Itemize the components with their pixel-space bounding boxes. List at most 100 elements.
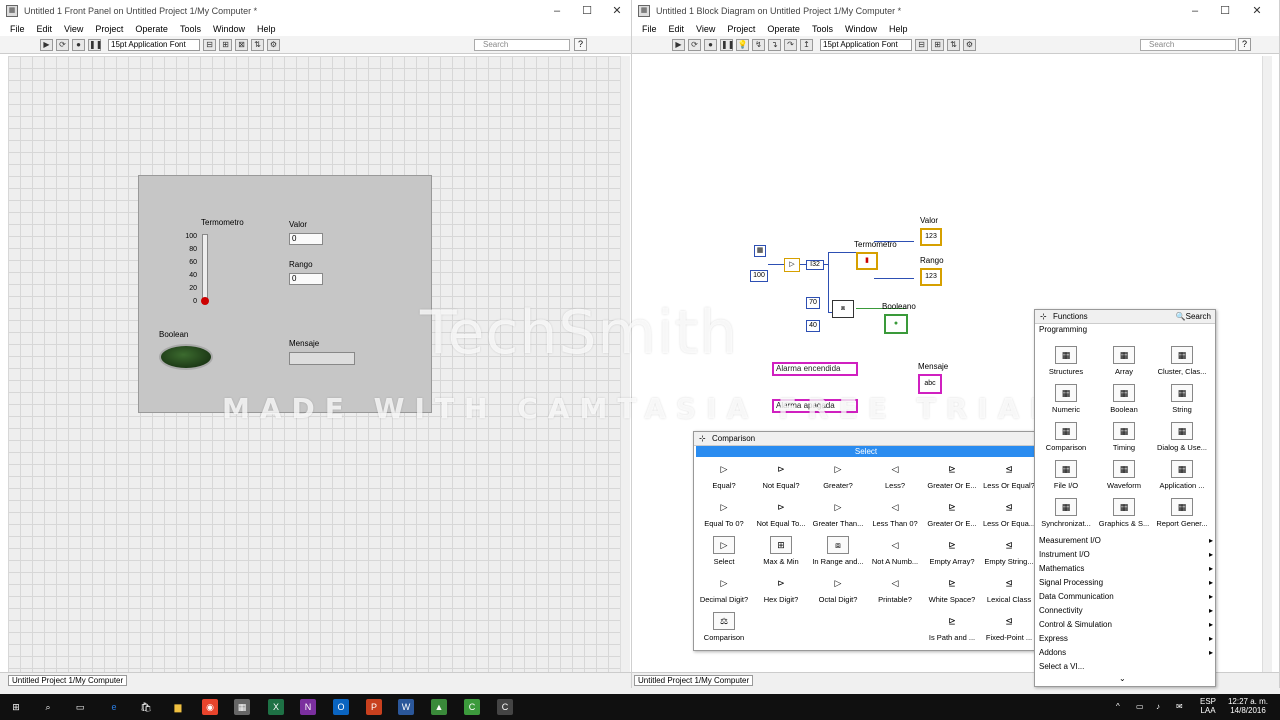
- windows-start-icon[interactable]: ⊞: [8, 699, 24, 715]
- valor-indicator[interactable]: 0: [289, 233, 323, 245]
- abort-icon[interactable]: ●: [72, 38, 85, 51]
- align-icon[interactable]: ⊟: [203, 38, 216, 51]
- valor-terminal[interactable]: 123: [920, 228, 942, 246]
- maximize-icon[interactable]: ☐: [572, 0, 602, 22]
- functions-list-item[interactable]: Instrument I/O ▸: [1039, 550, 1213, 559]
- mensaje-terminal[interactable]: abc: [918, 374, 942, 394]
- reorder-icon[interactable]: ⇅: [251, 38, 264, 51]
- run-continuous-icon[interactable]: ⟳: [56, 38, 69, 51]
- functions-list-item[interactable]: Signal Processing ▸: [1039, 578, 1213, 587]
- alarma-encendida-const[interactable]: Alarma encendida: [772, 362, 858, 376]
- step-over-icon[interactable]: ↷: [784, 38, 797, 51]
- abort-icon[interactable]: ●: [704, 38, 717, 51]
- comparison-item-1-0[interactable]: ▷ Equal To 0?: [696, 498, 752, 528]
- comparison-item-0-2[interactable]: ▷ Greater?: [810, 460, 866, 490]
- functions-list-item[interactable]: Connectivity ▸: [1039, 606, 1213, 615]
- comparison-item-2-0[interactable]: ▷ Select: [696, 536, 752, 566]
- comparison-item-3-1[interactable]: ⊳ Hex Digit?: [753, 574, 809, 604]
- onenote-icon[interactable]: N: [300, 699, 316, 715]
- functions-palette[interactable]: ⊹ Functions 🔍Search Programming ▦ Structu…: [1034, 309, 1216, 687]
- reorder-icon[interactable]: ⇅: [947, 38, 960, 51]
- comparison-item-2-3[interactable]: ◁ Not A Numb...: [867, 536, 923, 566]
- functions-list-item[interactable]: Addons ▸: [1039, 648, 1213, 657]
- comparison-item-0-4[interactable]: ⊵ Greater Or E...: [924, 460, 980, 490]
- file-explorer-icon[interactable]: ▆: [170, 699, 186, 715]
- functions-item-3-0[interactable]: ▦ File I/O: [1037, 460, 1095, 490]
- outlook-icon[interactable]: O: [333, 699, 349, 715]
- comparison-item-3-5[interactable]: ⊴ Lexical Class: [981, 574, 1037, 604]
- minimize-icon[interactable]: –: [1180, 0, 1210, 22]
- comparison-item-1-5[interactable]: ⊴ Less Or Equa...: [981, 498, 1037, 528]
- highlight-icon[interactable]: 💡: [736, 38, 749, 51]
- project-path[interactable]: Untitled Project 1/My Computer: [634, 675, 754, 686]
- comparison-item-1-3[interactable]: ◁ Less Than 0?: [867, 498, 923, 528]
- retain-wire-icon[interactable]: ↯: [752, 38, 765, 51]
- cleanup-icon[interactable]: ⚙: [963, 38, 976, 51]
- comparison-item-0-5[interactable]: ⊴ Less Or Equal?: [981, 460, 1037, 490]
- menu-tools[interactable]: Tools: [174, 22, 207, 36]
- comparison-item-3-4[interactable]: ⊵ White Space?: [924, 574, 980, 604]
- comparison-palette[interactable]: ⊹ Comparison Select ▷ Equal? ⊳ Not Equal? ▷ G…: [693, 431, 1039, 651]
- functions-list-item[interactable]: Measurement I/O ▸: [1039, 536, 1213, 545]
- functions-list-item[interactable]: Control & Simulation ▸: [1039, 620, 1213, 629]
- menu-tools[interactable]: Tools: [806, 22, 839, 36]
- photos-icon[interactable]: ▲: [431, 699, 447, 715]
- menu-edit[interactable]: Edit: [663, 22, 691, 36]
- menu-operate[interactable]: Operate: [761, 22, 806, 36]
- const-100[interactable]: 100: [750, 270, 768, 282]
- help-icon[interactable]: ?: [574, 38, 587, 51]
- comparison-item-3-2[interactable]: ▷ Octal Digit?: [810, 574, 866, 604]
- programming-category[interactable]: Programming: [1035, 324, 1215, 336]
- close-icon[interactable]: ✕: [1242, 0, 1272, 22]
- help-icon[interactable]: ?: [1238, 38, 1251, 51]
- functions-item-2-1[interactable]: ▦ Timing: [1095, 422, 1153, 452]
- functions-list-item[interactable]: Mathematics ▸: [1039, 564, 1213, 573]
- word-icon[interactable]: W: [398, 699, 414, 715]
- functions-item-4-1[interactable]: ▦ Graphics & S...: [1095, 498, 1153, 528]
- functions-list-item[interactable]: Data Communication ▸: [1039, 592, 1213, 601]
- comparison-item-0-1[interactable]: ⊳ Not Equal?: [753, 460, 809, 490]
- resize-icon[interactable]: ⊠: [235, 38, 248, 51]
- functions-item-0-1[interactable]: ▦ Array: [1095, 346, 1153, 376]
- functions-item-1-2[interactable]: ▦ String: [1153, 384, 1211, 414]
- edge-icon[interactable]: e: [106, 699, 122, 715]
- menu-edit[interactable]: Edit: [31, 22, 59, 36]
- comparison-item-4-5[interactable]: ⊴ Fixed-Point ...: [981, 612, 1037, 642]
- comparison-item-0-3[interactable]: ◁ Less?: [867, 460, 923, 490]
- run-arrow-icon[interactable]: ▶: [40, 38, 53, 51]
- camtasia-icon[interactable]: C: [464, 699, 480, 715]
- functions-item-1-0[interactable]: ▦ Numeric: [1037, 384, 1095, 414]
- functions-item-2-0[interactable]: ▦ Comparison: [1037, 422, 1095, 452]
- greater-node[interactable]: ▷: [784, 258, 800, 272]
- thermometer-indicator[interactable]: [202, 234, 208, 304]
- menu-window[interactable]: Window: [207, 22, 251, 36]
- comparison-item-4-4[interactable]: ⊵ Is Path and ...: [924, 612, 980, 642]
- pause-icon[interactable]: ❚❚: [720, 38, 734, 51]
- functions-list-item[interactable]: Express ▸: [1039, 634, 1213, 643]
- search-icon[interactable]: ⌕: [40, 699, 56, 715]
- const-70[interactable]: 70: [806, 297, 820, 309]
- menu-file[interactable]: File: [636, 22, 663, 36]
- step-out-icon[interactable]: ↥: [800, 38, 813, 51]
- language-indicator[interactable]: ESP LAA: [1200, 697, 1216, 715]
- search-input[interactable]: Search: [1140, 39, 1236, 51]
- font-select[interactable]: 15pt Application Font: [108, 38, 200, 51]
- const-40[interactable]: 40: [806, 320, 820, 332]
- menu-view[interactable]: View: [690, 22, 721, 36]
- task-view-icon[interactable]: ▭: [72, 699, 88, 715]
- mensaje-indicator[interactable]: [289, 352, 355, 365]
- step-into-icon[interactable]: ↴: [768, 38, 781, 51]
- run-arrow-icon[interactable]: ▶: [672, 38, 685, 51]
- menu-help[interactable]: Help: [883, 22, 914, 36]
- palette-search-button[interactable]: 🔍Search: [1176, 310, 1211, 324]
- comparison-item-2-4[interactable]: ⊵ Empty Array?: [924, 536, 980, 566]
- chevron-down-icon[interactable]: ⌄: [1119, 674, 1126, 683]
- excel-icon[interactable]: X: [268, 699, 284, 715]
- comparison-item-1-4[interactable]: ⊵ Greater Or E...: [924, 498, 980, 528]
- labview-taskbar-icon[interactable]: ▦: [234, 699, 250, 715]
- menu-operate[interactable]: Operate: [129, 22, 174, 36]
- menu-project[interactable]: Project: [89, 22, 129, 36]
- rango-terminal[interactable]: 123: [920, 268, 942, 286]
- project-path[interactable]: Untitled Project 1/My Computer: [8, 675, 128, 686]
- functions-item-2-2[interactable]: ▦ Dialog & Use...: [1153, 422, 1211, 452]
